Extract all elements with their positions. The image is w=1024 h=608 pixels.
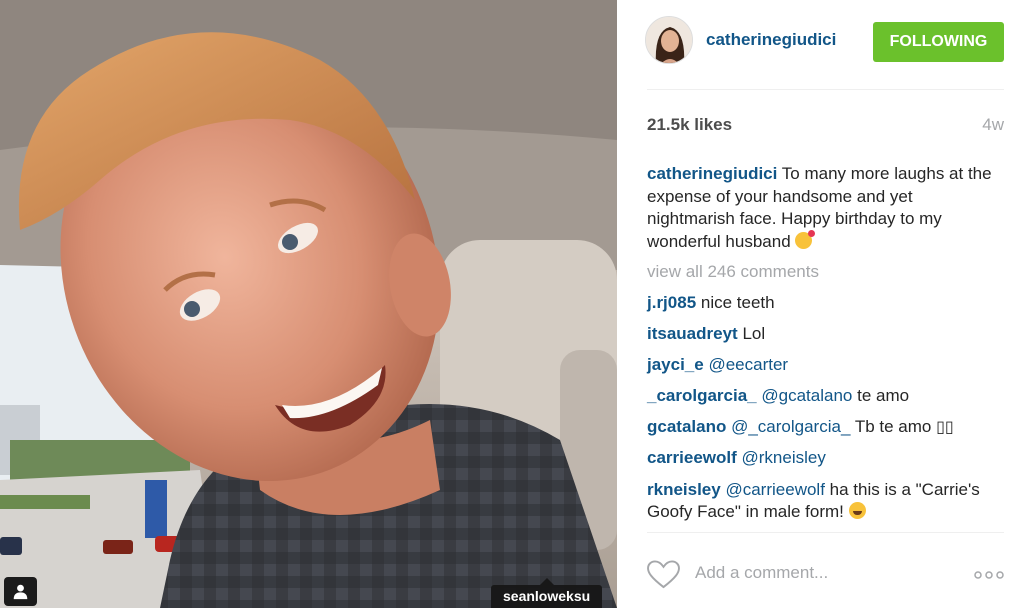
comment-footer — [647, 532, 1004, 608]
comment-username[interactable]: jayci_e — [647, 355, 704, 374]
post-age[interactable]: 4w — [982, 115, 1004, 135]
comment-username[interactable]: _carolgarcia_ — [647, 386, 757, 405]
comment-mention[interactable]: @_carolgarcia_ — [731, 417, 850, 436]
photo-scene — [0, 0, 617, 608]
comment-mention[interactable]: @eecarter — [708, 355, 788, 374]
comment-item: jayci_e @eecarter — [647, 354, 1004, 377]
caption: catherinegiudici To many more laughs at … — [647, 163, 1004, 253]
comment-username[interactable]: itsauadreyt — [647, 324, 738, 343]
post-stats: 21.5k likes 4w — [647, 115, 1004, 137]
comment-mention[interactable]: @rkneisley — [742, 448, 826, 467]
unsupported-emoji-glyphs: ▯▯ — [936, 417, 954, 437]
view-all-comments-link[interactable]: view all 246 comments — [647, 261, 1004, 284]
owner-username-link[interactable]: catherinegiudici — [706, 30, 836, 50]
more-options-icon[interactable] — [974, 570, 1004, 580]
laughing-emoji-icon — [848, 502, 866, 520]
comment-list: catherinegiudici To many more laughs at … — [647, 163, 1004, 532]
user-tag-button[interactable] — [4, 577, 37, 606]
caption-username[interactable]: catherinegiudici — [647, 164, 777, 183]
following-button[interactable]: FOLLOWING — [873, 22, 1004, 62]
photo-user-tag[interactable]: seanloweksu — [491, 578, 603, 608]
person-icon — [13, 584, 28, 600]
comment-text: Tb te amo — [854, 417, 932, 437]
comment-text: nice teeth — [700, 292, 775, 312]
comment-mention[interactable]: @carrieewolf — [725, 480, 824, 499]
comment-text: Lol — [742, 323, 766, 343]
avatar[interactable] — [645, 16, 693, 64]
comment-username[interactable]: carrieewolf — [647, 448, 737, 467]
comment-item: carrieewolf @rkneisley — [647, 447, 1004, 470]
comment-mention[interactable]: @gcatalano — [761, 386, 852, 405]
post-photo: seanloweksu — [0, 0, 617, 608]
kiss-emoji-icon — [795, 229, 816, 249]
avatar-photo — [646, 17, 692, 63]
comment-username[interactable]: rkneisley — [647, 480, 721, 499]
heart-icon[interactable] — [647, 560, 680, 589]
comment-item: itsauadreyt Lol — [647, 323, 1004, 346]
add-comment-input[interactable] — [695, 563, 935, 583]
comment-username[interactable]: gcatalano — [647, 417, 726, 436]
post-header: catherinegiudici FOLLOWING — [645, 0, 1004, 90]
comment-username[interactable]: j.rj085 — [647, 293, 696, 312]
comment-text: te amo — [857, 386, 910, 406]
likes-count[interactable]: 21.5k likes — [647, 115, 732, 135]
comment-item: gcatalano @_carolgarcia_ Tb te amo ▯▯ — [647, 416, 1004, 439]
post-details-panel: catherinegiudici FOLLOWING 21.5k likes 4… — [617, 0, 1024, 608]
comment-item: j.rj085 nice teeth — [647, 292, 1004, 315]
comment-item: _carolgarcia_ @gcatalano te amo — [647, 385, 1004, 408]
comment-item: rkneisley @carrieewolf ha this is a "Car… — [647, 479, 1004, 524]
